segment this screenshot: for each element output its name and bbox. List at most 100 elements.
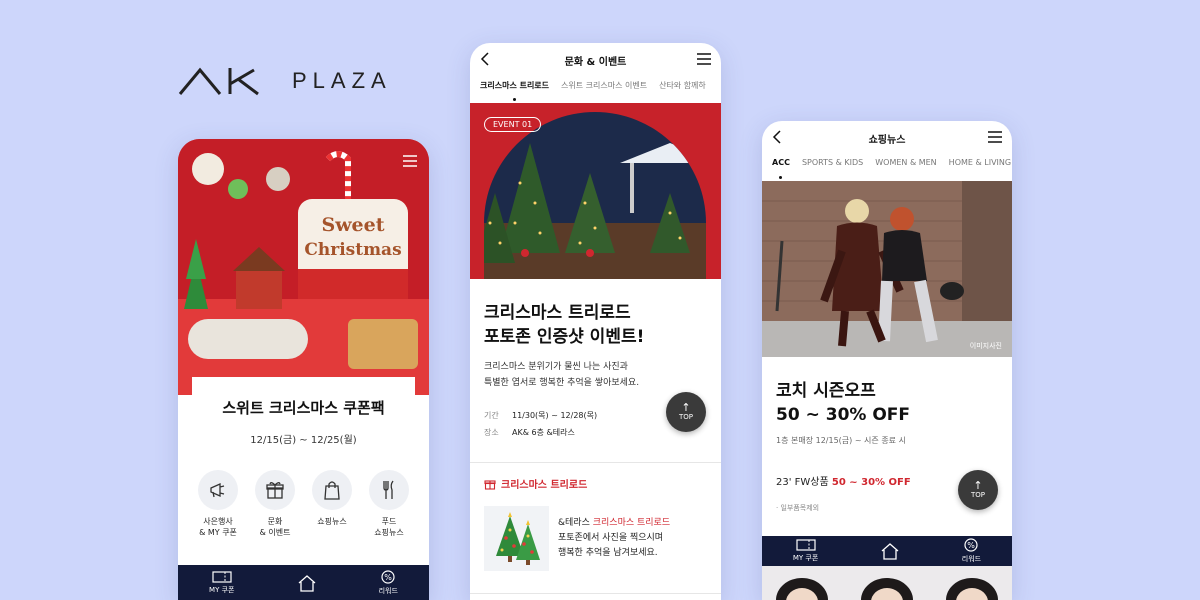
place-label: 장소 [484, 428, 499, 437]
quick-item-events-coupon[interactable]: 사은행사 & MY 쿠폰 [192, 470, 244, 538]
scroll-top-button[interactable]: ↑ TOP [958, 470, 998, 510]
sale-title-line2: 50 ~ 30% OFF [776, 405, 911, 425]
sweet-christmas-banner[interactable]: Sweet Christmas [178, 139, 429, 395]
up-arrow-icon: ↑ [973, 479, 983, 492]
tab-acc[interactable]: ACC [772, 155, 790, 181]
sale-price: 23' FW상품 50 ~ 30% OFF [776, 473, 911, 488]
phone-event-screen: 문화 & 이벤트 크리스마스 트리로드 스위트 크리스마스 이벤트 산타와 함께… [470, 43, 721, 600]
phone-shopping-news-screen: 쇼핑뉴스 ACC SPORTS & KIDS WOMEN & MEN HOME … [762, 121, 1012, 600]
tab-christmas-tree-road[interactable]: 크리스마스 트리로드 [480, 77, 549, 103]
promo-line3: 행복한 추억을 남겨보세요. [558, 548, 658, 558]
sale-note: · 일부품목제외 [776, 504, 820, 512]
tab-with-santa[interactable]: 산타와 함께하 [659, 77, 706, 103]
coupon-title: 스위트 크리스마스 쿠폰팩 [222, 399, 385, 417]
up-arrow-icon: ↑ [681, 401, 691, 414]
image-caption: 이미지사진 [969, 342, 1002, 350]
bottom-tabbar: MY 쿠폰 % 리워드 [178, 565, 429, 600]
top-label: TOP [678, 413, 693, 421]
quick-label: 문화 & 이벤트 [259, 517, 291, 537]
portraits-preview [762, 566, 1012, 600]
tree-thumbnail [484, 506, 549, 571]
header-title: 문화 & 이벤트 [564, 56, 627, 68]
quick-label: 쇼핑뉴스 [317, 517, 347, 526]
event-desc-line2: 특별한 엽서로 행복한 추억을 쌓아보세요. [484, 378, 640, 388]
quick-item-shopping-news[interactable]: 쇼핑뉴스 [306, 470, 358, 538]
svg-text:%: % [384, 573, 392, 582]
tab-label: 리워드 [378, 587, 398, 595]
sale-title: 코치 시즌오프 50 ~ 30% OFF [776, 379, 910, 427]
quick-item-food-news[interactable]: 푸드 쇼핑뉴스 [363, 470, 415, 538]
back-arrow-icon[interactable] [480, 52, 490, 66]
sale-info: 1층 본매장 12/15(금) ~ 시즌 종료 시 [776, 436, 906, 445]
tab-label: 리워드 [961, 555, 982, 563]
next-content-image [762, 566, 1012, 600]
svg-text:Christmas: Christmas [304, 240, 401, 260]
price-highlight: 50 ~ 30% OFF [831, 477, 911, 488]
place-value: AK& 6층 &테라스 [512, 428, 575, 437]
header-title: 쇼핑뉴스 [868, 134, 906, 146]
event-title: 크리스마스 트리로드 포토존 인증샷 이벤트! [484, 301, 709, 349]
gift-icon [255, 470, 295, 510]
price-prefix: 23' FW상품 [776, 477, 832, 488]
christmas-illustration: Sweet Christmas [178, 139, 429, 395]
section-heading: 크리스마스 트리로드 [484, 476, 587, 491]
promo-highlight: 크리스마스 트리로드 [592, 518, 671, 528]
event-title-line1: 크리스마스 트리로드 [484, 303, 631, 323]
tab-my-coupon[interactable]: MY 쿠폰 [793, 539, 818, 563]
promo-line2: 포토존에서 사진을 찍으시며 [558, 533, 664, 543]
coupon-date: 12/15(금) ~ 12/25(월) [250, 435, 357, 446]
section-divider [470, 593, 721, 594]
event-desc-line1: 크리스마스 분위기가 물씬 나는 사진과 [484, 362, 628, 372]
section-title: 크리스마스 트리로드 [501, 480, 588, 491]
tab-home[interactable] [880, 542, 900, 560]
category-tabs: ACC SPORTS & KIDS WOMEN & MEN HOME & LIV… [762, 155, 1012, 181]
period-value: 11/30(목) ~ 12/28(목) [512, 411, 598, 420]
event-description: 크리스마스 분위기가 물씬 나는 사진과 특별한 엽서로 행복한 추억을 쌓아보… [484, 359, 709, 391]
bottom-tabbar: MY 쿠폰 % 리워드 [762, 536, 1012, 566]
quick-item-culture-event[interactable]: 문화 & 이벤트 [249, 470, 301, 538]
percent-icon: % [964, 538, 979, 552]
svg-text:%: % [968, 541, 976, 550]
hamburger-menu-icon[interactable] [403, 155, 417, 167]
hamburger-menu-icon[interactable] [697, 53, 711, 65]
shopping-bag-icon [312, 470, 352, 510]
scroll-top-button[interactable]: ↑ TOP [666, 392, 706, 432]
top-label: TOP [970, 491, 985, 499]
percent-icon: % [381, 570, 395, 584]
tab-home[interactable] [297, 574, 317, 592]
tab-sports-kids[interactable]: SPORTS & KIDS [802, 155, 863, 181]
gift-icon [484, 479, 496, 490]
back-arrow-icon[interactable] [772, 130, 782, 144]
fashion-photo [762, 181, 1012, 357]
sale-title-line1: 코치 시즌오프 [776, 381, 876, 401]
home-icon [881, 543, 899, 560]
ticket-icon [795, 539, 816, 551]
phone-home-screen: Sweet Christmas 스위트 크리스마스 쿠폰팩 12/15(금) ~… [178, 139, 429, 600]
ak-logo-mark [178, 67, 259, 96]
ticket-icon [212, 571, 232, 583]
tab-label: MY 쿠폰 [792, 554, 819, 562]
tab-reward[interactable]: % 리워드 [962, 538, 981, 564]
category-tabs: 크리스마스 트리로드 스위트 크리스마스 이벤트 산타와 함께하 [470, 77, 721, 103]
hamburger-menu-icon[interactable] [988, 131, 1002, 143]
period-label: 기간 [484, 411, 499, 420]
christmas-tree-icon [495, 511, 540, 565]
event-badge: EVENT 01 [484, 117, 542, 132]
tab-women-men[interactable]: WOMEN & MEN [875, 155, 936, 181]
promo-prefix: &테라스 [558, 518, 593, 528]
section-divider [470, 462, 721, 463]
tab-sweet-christmas-event[interactable]: 스위트 크리스마스 이벤트 [561, 77, 647, 103]
quick-label: 푸드 쇼핑뉴스 [374, 517, 404, 537]
tab-my-coupon[interactable]: MY 쿠폰 [209, 571, 234, 595]
event-hero-image: EVENT 01 [470, 103, 721, 279]
tab-home-living[interactable]: HOME & LIVING [949, 155, 1011, 181]
ak-plaza-logo: PLAZA [178, 66, 392, 96]
fork-knife-icon [369, 470, 409, 510]
top-header: 쇼핑뉴스 [762, 121, 1012, 155]
quick-label: 사은행사 & MY 쿠폰 [199, 517, 237, 537]
home-icon [298, 575, 315, 592]
top-header: 문화 & 이벤트 [470, 43, 721, 77]
tab-reward[interactable]: % 리워드 [379, 570, 398, 596]
svg-text:Sweet: Sweet [321, 214, 384, 236]
tab-label: MY 쿠폰 [209, 586, 235, 594]
